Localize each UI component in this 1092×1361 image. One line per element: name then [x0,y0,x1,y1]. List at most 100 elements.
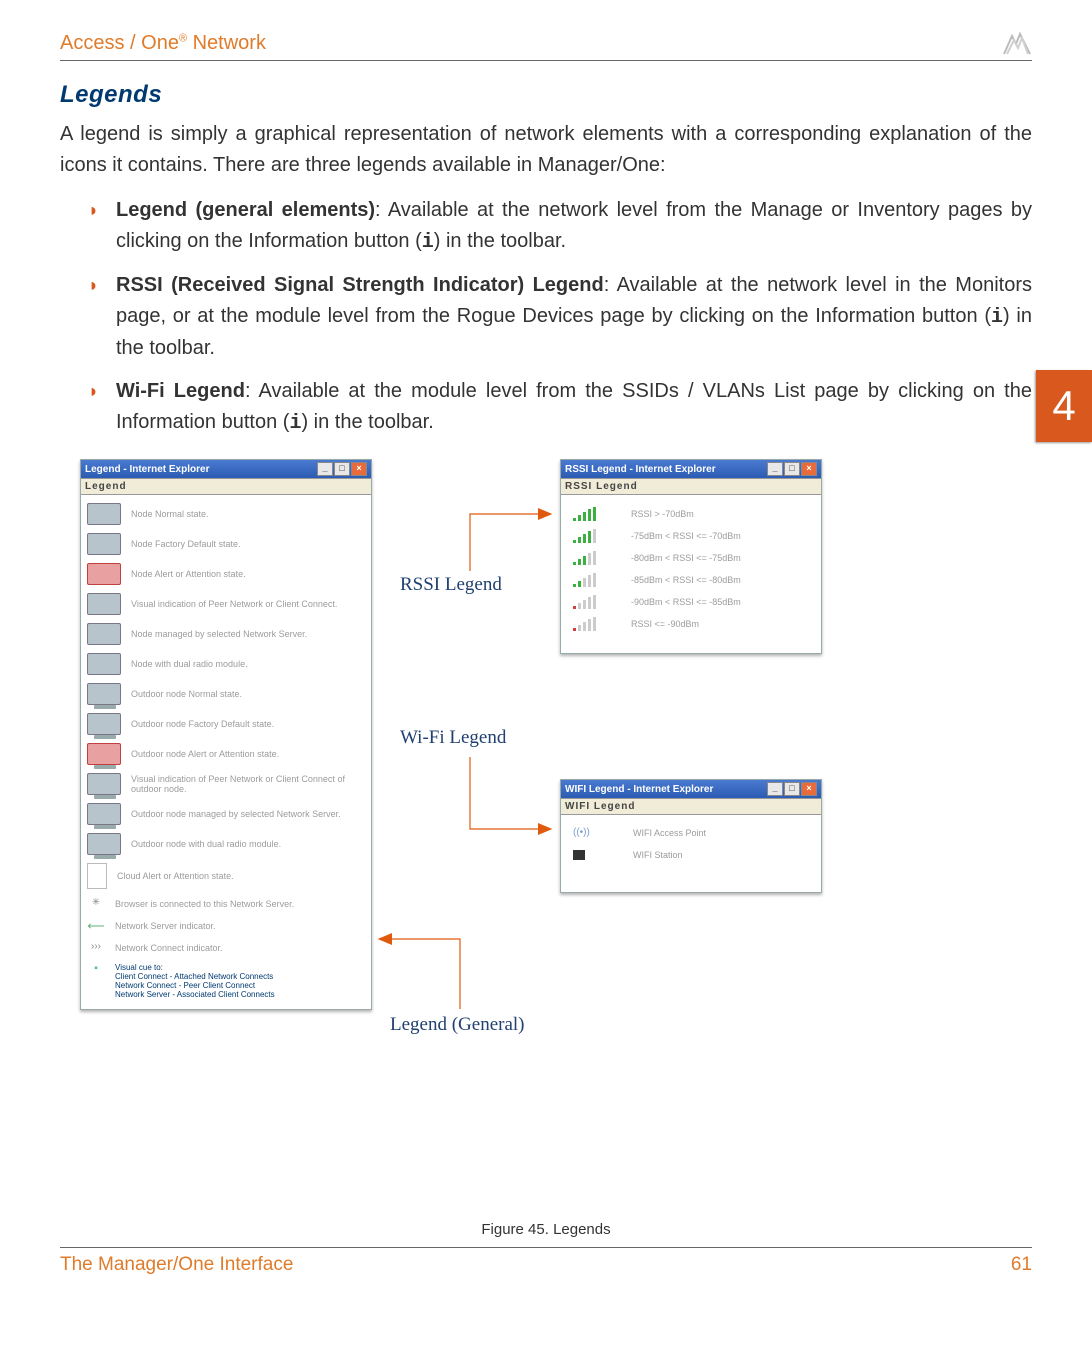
mono-char: i [422,231,434,254]
legend-text: Browser is connected to this Network Ser… [115,899,294,909]
legend-text: Outdoor node Factory Default state. [131,719,274,729]
legend-text: Outdoor node managed by selected Network… [131,809,341,819]
header-title: Access / One® Network [60,32,266,55]
bullet-text: : Available at the module level from the… [116,380,1032,433]
reg-mark: ® [179,32,187,44]
legend-body: Node Normal state. Node Factory Default … [81,495,371,1009]
node-alert-icon [87,563,121,585]
bullet-item: Legend (general elements): Available at … [88,195,1032,258]
footer-page-number: 61 [1011,1254,1032,1276]
rssi-row: -75dBm < RSSI <= -70dBm [567,525,815,547]
rssi-text: -90dBm < RSSI <= -85dBm [631,597,741,607]
bullet-list: Legend (general elements) : Available at … [60,195,1032,439]
minimize-icon[interactable]: _ [317,462,333,476]
window-controls: _□× [766,462,817,476]
rssi-row: -85dBm < RSSI <= -80dBm [567,569,815,591]
legend-row: Cloud Alert or Attention state. [85,859,367,893]
signal-0-icon [573,617,597,631]
legend-text: Outdoor node with dual radio module. [131,839,281,849]
legend-window-rssi: RSSI Legend - Internet Explorer _□× RSSI… [560,459,822,654]
legend-row: Outdoor node with dual radio module. [85,829,367,859]
legend-body: RSSI > -70dBm -75dBm < RSSI <= -70dBm -8… [561,495,821,653]
legend-row: Visual indication of Peer Network or Cli… [85,769,367,799]
rssi-text: -75dBm < RSSI <= -70dBm [631,531,741,541]
window-controls: _□× [766,782,817,796]
page-header: Access / One® Network [60,30,1032,61]
legend-row: ⟵Network Server indicator. [85,915,367,937]
wifi-row: WIFI Station [567,844,815,866]
rssi-text: -80dBm < RSSI <= -75dBm [631,553,741,563]
legend-window-wifi: WIFI Legend - Internet Explorer _□× WIFI… [560,779,822,893]
legend-row: Outdoor node Normal state. [85,679,367,709]
logo-icon [1002,30,1032,56]
window-titlebar: WIFI Legend - Internet Explorer _□× [561,780,821,798]
legend-row: ✳Browser is connected to this Network Se… [85,893,367,915]
legend-row: ››› Network Connect indicator. [85,937,367,959]
close-icon[interactable]: × [801,462,817,476]
callout-rssi: RSSI Legend [400,574,502,596]
outdoor-node-icon [87,803,121,825]
legend-text: Node Alert or Attention state. [131,569,246,579]
signal-2-icon [573,573,597,587]
node-icon [87,503,121,525]
legend-text: Network Server indicator. [115,921,216,931]
legend-text: Outdoor node Alert or Attention state. [131,749,279,759]
signal-4-icon [573,529,597,543]
title-suffix: Network [187,32,266,54]
node-icon [87,593,121,615]
legend-text: Network Connect indicator. [115,943,223,953]
outdoor-node-alert-icon [87,743,121,765]
close-icon[interactable]: × [801,782,817,796]
titlebar-text: WIFI Legend - Internet Explorer [565,784,713,795]
callout-wifi: Wi-Fi Legend [400,727,506,749]
legend-row: Visual indication of Peer Network or Cli… [85,589,367,619]
legend-row: Node Factory Default state. [85,529,367,559]
wifi-text: WIFI Station [633,850,683,860]
bullet-label: Legend (general elements) [116,199,375,221]
node-icon [87,653,121,675]
cloud-icon [87,863,107,889]
signal-5-icon [573,507,597,521]
wifi-ap-icon: ((•)) [573,827,593,838]
legend-text: Node with dual radio module. [131,659,248,669]
rssi-text: -85dBm < RSSI <= -80dBm [631,575,741,585]
maximize-icon[interactable]: □ [784,462,800,476]
section-title: Legends [60,81,1032,109]
wifi-text: WIFI Access Point [633,828,706,838]
bullet-label: RSSI (Received Signal Strength Indicator… [116,274,604,296]
mono-char: i [289,412,301,435]
legend-row: Node with dual radio module. [85,649,367,679]
page-footer: The Manager/One Interface 61 [60,1247,1032,1276]
legend-text: Node Factory Default state. [131,539,241,549]
titlebar-text: Legend - Internet Explorer [85,464,209,475]
legend-row: Outdoor node Factory Default state. [85,709,367,739]
window-titlebar: Legend - Internet Explorer _□× [81,460,371,478]
outdoor-node-icon [87,683,121,705]
figure-caption: Figure 45. Legends [60,1221,1032,1238]
bullet-text2: ) in the toolbar. [434,230,566,252]
minimize-icon[interactable]: _ [767,782,783,796]
connect-indicator-icon: ››› [87,941,105,955]
titlebar-text: RSSI Legend - Internet Explorer [565,464,716,475]
legend-header: Legend [81,478,371,495]
maximize-icon[interactable]: □ [784,782,800,796]
maximize-icon[interactable]: □ [334,462,350,476]
rssi-text: RSSI <= -90dBm [631,619,699,629]
node-icon [87,623,121,645]
close-icon[interactable]: × [351,462,367,476]
legend-header: WIFI Legend [561,798,821,815]
signal-1-icon [573,595,597,609]
window-controls: _□× [316,462,367,476]
legend-text: Visual indication of Peer Network or Cli… [131,774,365,794]
legend-row: Node Alert or Attention state. [85,559,367,589]
legend-row: Node Normal state. [85,499,367,529]
figure-area: Legend - Internet Explorer _□× Legend No… [80,459,1032,1209]
minimize-icon[interactable]: _ [767,462,783,476]
wifi-row: ((•)) WIFI Access Point [567,821,815,844]
legend-footer-text: Visual cue to: Client Connect - Attached… [115,963,275,999]
legend-footer-row: ▪Visual cue to: Client Connect - Attache… [85,959,367,1003]
legend-header: RSSI Legend [561,478,821,495]
title-prefix: Access / One [60,32,179,54]
mono-char: i [991,306,1003,329]
rssi-text: RSSI > -70dBm [631,509,694,519]
